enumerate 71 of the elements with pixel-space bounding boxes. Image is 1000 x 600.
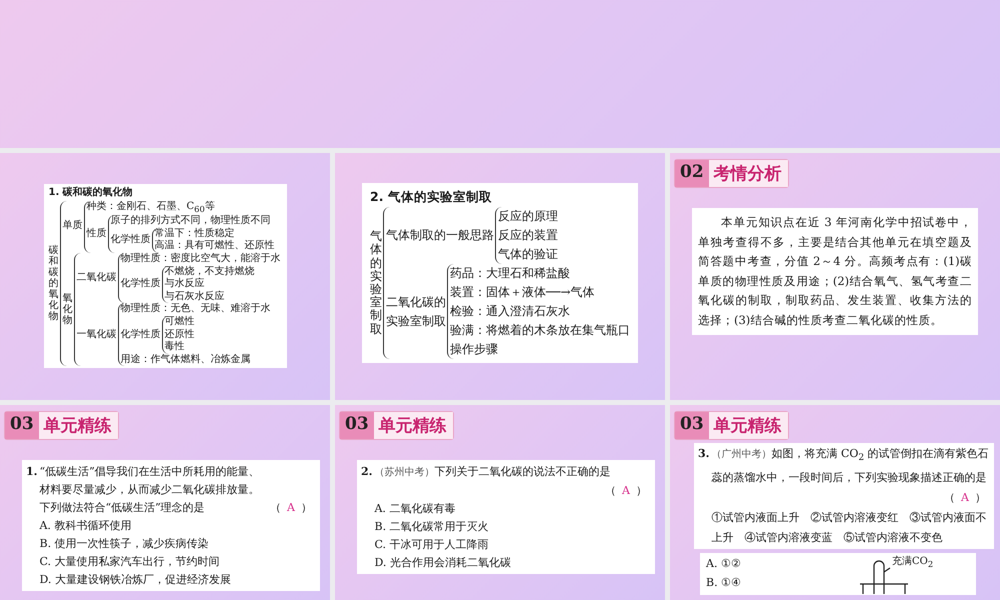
question-text: “低碳生活”倡导我们在生活中所耗用的能量、材料要尽量减少，从而减少二氧化碳排放量。下列做法符合“低碳生活”理念的是 [39, 464, 261, 516]
diagram-label: 反应的原理 [498, 208, 558, 225]
diagram-label: 一氧化碳 [76, 328, 116, 342]
section-number: 03 [340, 412, 374, 439]
option-text: A. 二氧化碳有毒 [374, 501, 456, 517]
diagram-label: 操作步骤 [450, 341, 498, 358]
section-number: 03 [5, 412, 39, 439]
option-text: B. ①④ [706, 575, 742, 592]
answer-bracket: ） [975, 491, 986, 504]
diagram-label: 与水反应 [164, 278, 204, 290]
section-number: 02 [675, 160, 709, 187]
diagram-label: 单质 [62, 220, 82, 234]
answer-bracket: ） [636, 484, 647, 497]
diagram-label: 气体的验证 [498, 246, 558, 263]
answer-bracket: （ [944, 491, 956, 504]
option-text: A. 教科书循环使用 [39, 518, 132, 534]
diagram-label: 化学性质 [110, 234, 150, 247]
section-number: 03 [675, 412, 709, 439]
section-heading: 单元精练 [708, 412, 788, 439]
diagram-label: 验满：将燃着的木条放在集气瓶口 [450, 322, 630, 339]
option-text: B. 使用一次性筷子，减少疾病传染 [39, 536, 210, 552]
diagram-label: 物理性质：无色、无味、难溶于水 [120, 303, 270, 316]
answer-bracket: （ [605, 484, 616, 497]
diagram-label: 还原性 [164, 328, 194, 340]
section-heading: 单元精练 [38, 412, 118, 439]
question-number: 2. [361, 464, 372, 480]
diagram-label: 种类：金刚石、石墨、C$_{60}$等 [86, 200, 215, 214]
diagram-label: 气体的实验室制取 [370, 230, 382, 336]
diagram-title: 2. 气体的实验室制取 [370, 188, 493, 206]
diagram-label: 药品：大理石和稀盐酸 [450, 265, 570, 282]
figure-label: 充满CO$_{2}$ [892, 556, 934, 570]
question-number: 1. [26, 464, 38, 480]
diagram-label: 检验：通入澄清石灰水 [450, 303, 570, 320]
answer-text: A [961, 491, 969, 504]
diagram-label: 碳和碳的氧化物 [48, 244, 58, 322]
diagram-label: 氧化物 [62, 293, 72, 326]
analysis-text: 本单元知识点在近 3 年河南化学中招试卷中，单独考查得不多，主要是结合其他单元在填空题及简答题中考查，分值 2～4 分。高频考点有：(1)碳单质的物理性质及用途；(2)结合氧气、氢气考查二氧化碳的制取，制取药品、发生装置、收集方法的选择；(3)结合碱的性质考查二氧化碳的性质。 [698, 214, 972, 328]
diagram-label: 化学性质 [120, 278, 160, 291]
option-text: B. 二氧化碳常用于灭火 [374, 519, 490, 535]
option-text: C. 大量使用私家汽车出行，节约时间 [39, 554, 221, 570]
diagram-label: 原子的排列方式不同，物理性质不同 [110, 215, 270, 228]
option-text: C. 干冰可用于人工降雨 [374, 537, 490, 553]
diagram-label: 性质 [86, 228, 106, 240]
option-text: A. ①② [706, 556, 742, 572]
diagram-label: 常温下：性质稳定 [154, 228, 234, 240]
diagram-label: 不燃烧，不支持燃烧 [164, 266, 254, 278]
answer-bracket: ） [301, 501, 312, 514]
question-number: 3. [698, 446, 710, 462]
diagram-label: 气体制取的一般思路 [386, 227, 494, 244]
diagram-label: 用途：作气体燃料、冶炼金属 [120, 354, 250, 366]
question-text: （苏州中考）下列关于二氧化碳的说法不正确的是 [374, 464, 612, 480]
diagram-label: 二氧化碳的 实验室制取 [386, 294, 446, 330]
diagram-label: 与石灰水反应 [164, 290, 224, 302]
diagram-title: 1. 碳和碳的氧化物 [48, 187, 134, 200]
section-heading: 考情分析 [708, 160, 788, 187]
answer-text: A [287, 501, 295, 514]
diagram-label: 装置：固体＋液体──→气体 [450, 284, 595, 301]
diagram-label: 高温：具有可燃性、还原性 [154, 240, 274, 252]
answer-text: A [622, 484, 630, 497]
section-heading: 单元精练 [374, 412, 453, 439]
option-text: D. 光合作用会消耗二氧化碳 [374, 555, 512, 571]
diagram-label: 反应的装置 [498, 227, 558, 244]
diagram-label: 化学性质 [120, 328, 160, 342]
diagram-label: 可燃性 [164, 316, 194, 328]
statements-text: ①试管内液面上升 ②试管内溶液变红 ③试管内液面不上升 ④试管内溶液变蓝 ⑤试管内溶液不变色 [711, 510, 988, 546]
question-text: （广州中考）如图，将充满 CO$_{2}$ 的试管倒扣在滴有紫色石蕊的蒸馏水中，一段时间后，下列实验现象描述正确的是 [711, 446, 990, 486]
diagram-label: 二氧化碳 [76, 272, 116, 284]
option-text: D. 大量建设钢铁冶炼厂，促进经济发展 [39, 572, 232, 588]
diagram-label: 物理性质：密度比空气大，能溶于水 [120, 252, 280, 266]
diagram-label: 毒性 [164, 341, 184, 354]
answer-bracket: （ [270, 501, 282, 514]
